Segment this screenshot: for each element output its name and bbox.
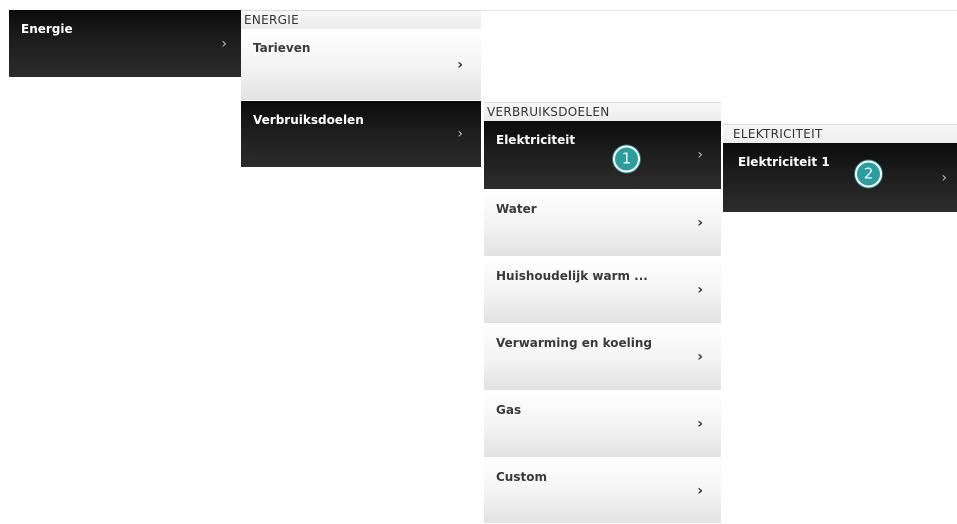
menu-column-verbruiksdoelen: VERBRUIKSDOELEN Elektriciteit 1 › Water … bbox=[484, 102, 721, 524]
menu-item-label: Verbruiksdoelen bbox=[253, 113, 364, 127]
menu-column-elektriciteit: ELEKTRICITEIT Elektriciteit 1 2 › bbox=[723, 124, 957, 213]
menu-item-huishoudelijk-warm[interactable]: Huishoudelijk warm ... › bbox=[484, 257, 721, 324]
menu-item-label: Huishoudelijk warm ... bbox=[496, 269, 648, 283]
menu-item-gas[interactable]: Gas › bbox=[484, 391, 721, 458]
column-header: ENERGIE bbox=[241, 10, 481, 29]
menu-item-label: Custom bbox=[496, 470, 547, 484]
menu-item-elektriciteit[interactable]: Elektriciteit 1 › bbox=[484, 121, 721, 190]
chevron-right-icon: › bbox=[221, 35, 227, 52]
menu-item-label: Elektriciteit 1 bbox=[738, 155, 830, 169]
menu-item-label: Elektriciteit bbox=[496, 133, 576, 147]
step-badge-1: 1 bbox=[613, 145, 640, 173]
menu-item-elektriciteit-1[interactable]: Elektriciteit 1 2 › bbox=[723, 143, 957, 213]
menu-item-verbruiksdoelen[interactable]: Verbruiksdoelen › bbox=[241, 101, 481, 168]
menu-item-tarieven[interactable]: Tarieven › bbox=[241, 29, 481, 101]
menu-item-label: Tarieven bbox=[253, 41, 311, 55]
menu-item-verwarming-en-koeling[interactable]: Verwarming en koeling › bbox=[484, 324, 721, 391]
chevron-right-icon: › bbox=[697, 215, 703, 231]
menu-item-label: Water bbox=[496, 202, 537, 216]
menu-item-label: Energie bbox=[21, 22, 73, 36]
chevron-right-icon: › bbox=[697, 482, 703, 499]
step-badge-2: 2 bbox=[855, 160, 882, 188]
menu-item-custom[interactable]: Custom › bbox=[484, 458, 721, 524]
menu-item-label: Gas bbox=[496, 403, 522, 417]
chevron-right-icon: › bbox=[457, 126, 463, 142]
menu-column-root: Energie › bbox=[9, 10, 241, 78]
menu-item-energie[interactable]: Energie › bbox=[9, 10, 241, 78]
menu-item-label: Verwarming en koeling bbox=[496, 336, 652, 350]
column-header: ELEKTRICITEIT bbox=[723, 124, 957, 143]
chevron-right-icon: › bbox=[697, 147, 703, 163]
chevron-right-icon: › bbox=[697, 349, 703, 365]
column-header: VERBRUIKSDOELEN bbox=[484, 102, 721, 121]
menu-item-water[interactable]: Water › bbox=[484, 190, 721, 257]
chevron-right-icon: › bbox=[697, 416, 703, 432]
chevron-right-icon: › bbox=[941, 169, 947, 186]
menu-column-energie: ENERGIE Tarieven › Verbruiksdoelen › bbox=[241, 10, 481, 168]
chevron-right-icon: › bbox=[457, 56, 463, 73]
chevron-right-icon: › bbox=[697, 282, 703, 298]
